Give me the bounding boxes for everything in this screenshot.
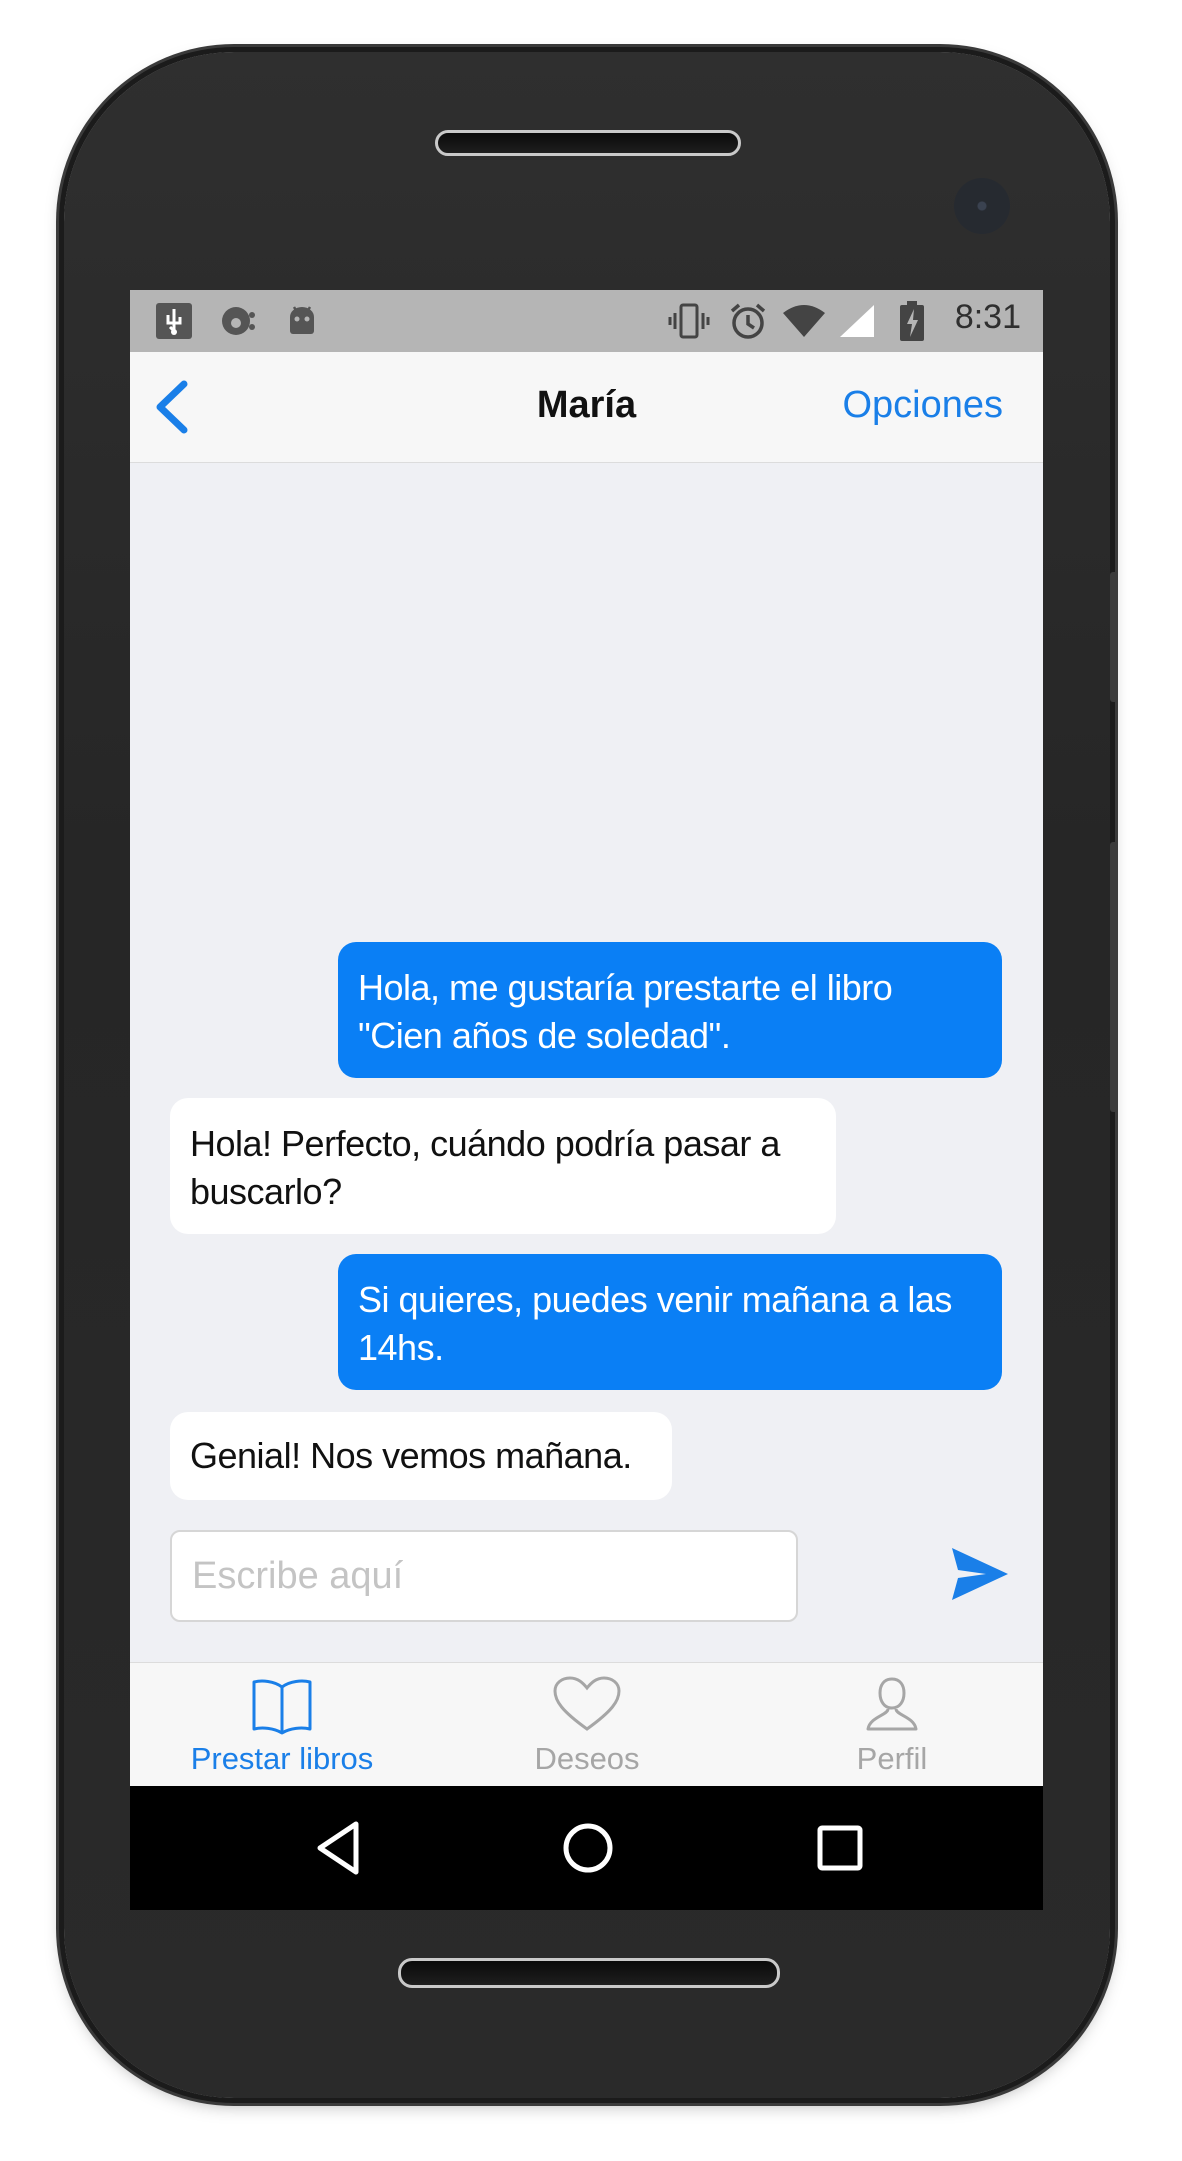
tab-label: Perfil bbox=[856, 1741, 928, 1776]
usb-icon bbox=[152, 300, 196, 342]
home-nav-button[interactable] bbox=[558, 1818, 618, 1878]
message-line: 14hs. bbox=[358, 1327, 444, 1368]
message-outgoing: Hola, me gustaría prestarte el libro "Ci… bbox=[338, 942, 1002, 1078]
tab-prestar-libros[interactable]: Prestar libros bbox=[162, 1663, 402, 1787]
message-input[interactable] bbox=[170, 1530, 798, 1622]
message-line: buscarlo? bbox=[190, 1171, 342, 1212]
debug-icon bbox=[216, 300, 260, 342]
tab-label: Prestar libros bbox=[190, 1741, 374, 1776]
tab-deseos[interactable]: Deseos bbox=[467, 1663, 707, 1787]
options-button[interactable]: Opciones bbox=[842, 384, 1003, 427]
message-line: Hola, me gustaría prestarte el libro bbox=[358, 967, 893, 1008]
circle-home-icon bbox=[563, 1823, 613, 1873]
alarm-icon bbox=[726, 300, 770, 342]
recents-nav-button[interactable] bbox=[810, 1818, 870, 1878]
message-outgoing: Si quieres, puedes venir mañana a las 14… bbox=[338, 1254, 1002, 1390]
status-time: 8:31 bbox=[954, 298, 1021, 336]
volume-button bbox=[1110, 572, 1118, 702]
earpiece-speaker bbox=[435, 130, 741, 156]
app-screen: 8:31 María Opciones Hola, me gustaría pr… bbox=[130, 290, 1043, 1910]
message-line: Genial! Nos vemos mañana. bbox=[190, 1435, 632, 1476]
front-camera bbox=[954, 178, 1010, 234]
system-navigation-bar bbox=[130, 1786, 1043, 1910]
signal-icon bbox=[834, 300, 878, 342]
battery-icon bbox=[896, 300, 928, 342]
message-incoming: Genial! Nos vemos mañana. bbox=[170, 1412, 672, 1500]
triangle-back-icon bbox=[317, 1821, 359, 1875]
heart-icon bbox=[552, 1675, 622, 1738]
wifi-icon bbox=[780, 300, 828, 342]
header-bar: María Opciones bbox=[130, 352, 1043, 463]
tab-perfil[interactable]: Perfil bbox=[772, 1663, 1012, 1787]
status-bar: 8:31 bbox=[130, 290, 1043, 352]
android-icon bbox=[280, 300, 324, 342]
message-incoming: Hola! Perfecto, cuándo podría pasar a bu… bbox=[170, 1098, 836, 1234]
message-line: Hola! Perfecto, cuándo podría pasar a bbox=[190, 1123, 780, 1164]
message-line: Si quieres, puedes venir mañana a las bbox=[358, 1279, 952, 1320]
send-icon bbox=[952, 1548, 1008, 1600]
send-button[interactable] bbox=[948, 1542, 1012, 1606]
square-recents-icon bbox=[817, 1825, 863, 1871]
power-button bbox=[1110, 842, 1118, 1112]
back-nav-button[interactable] bbox=[310, 1818, 370, 1878]
tab-bar: Prestar libros Deseos Perfil bbox=[130, 1662, 1043, 1787]
message-line: "Cien años de soledad". bbox=[358, 1015, 731, 1056]
vibrate-icon bbox=[666, 300, 712, 342]
book-icon bbox=[250, 1675, 314, 1740]
profile-icon bbox=[862, 1675, 922, 1740]
bottom-speaker bbox=[398, 1958, 780, 1988]
tab-label: Deseos bbox=[534, 1741, 640, 1776]
